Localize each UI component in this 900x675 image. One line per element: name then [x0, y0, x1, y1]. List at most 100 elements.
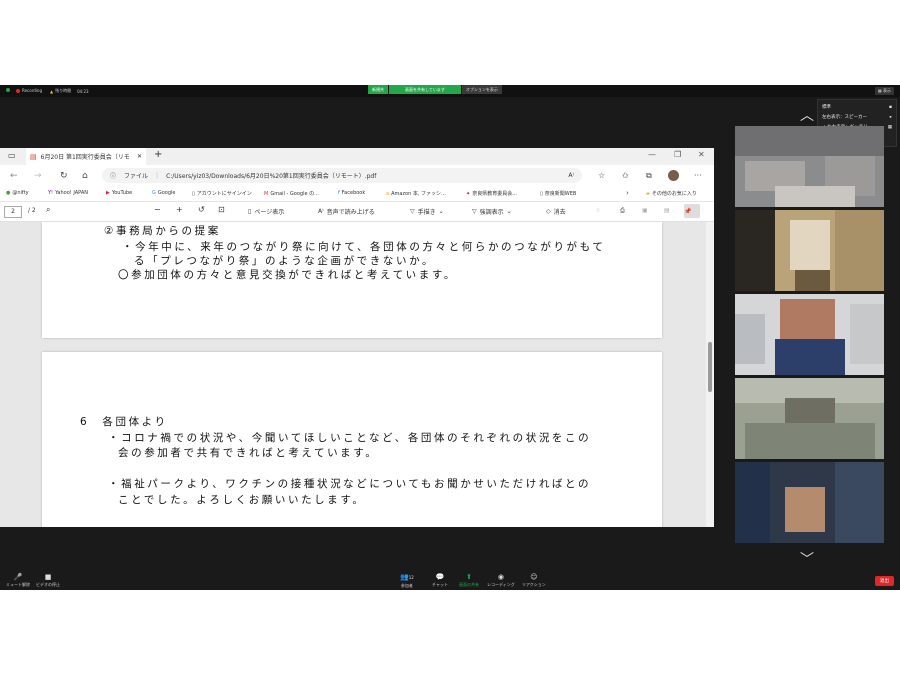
gallery-down-arrow-icon[interactable]: ﹀ — [800, 549, 814, 569]
record-icon: ◉ — [497, 573, 504, 581]
participant-video[interactable] — [735, 126, 884, 207]
tab-bar: ▭ ▤ 6月20日 第1回実行委員会（リモ ✕ + — ❐ ✕ — [0, 148, 714, 165]
print-icon[interactable]: ⎙ — [620, 207, 625, 215]
rotate-icon[interactable]: ↺ — [198, 205, 205, 214]
gmail-icon: M — [264, 190, 269, 197]
other-favorites[interactable]: ▰ その他のお気に入り — [646, 190, 697, 198]
info-icon: ⓘ — [110, 173, 117, 180]
participants-label: 参加者 — [400, 583, 413, 588]
close-window-icon[interactable]: ✕ — [698, 150, 705, 159]
bookmark-item[interactable]: G Google — [152, 190, 176, 196]
facebook-icon: f — [338, 190, 340, 196]
chat-button[interactable]: 💬 チャット — [432, 573, 448, 588]
bookmark-item[interactable]: ● @nifty — [6, 190, 29, 196]
browser-window: ▭ ▤ 6月20日 第1回実行委員会（リモ ✕ + — ❐ ✕ ← → ↻ ⌂ … — [0, 148, 714, 527]
zoom-out-icon[interactable]: − — [154, 205, 161, 214]
participant-video[interactable] — [735, 294, 884, 375]
gallery-up-arrow-icon[interactable]: ︿ — [800, 105, 814, 125]
bookmark-item[interactable]: Y! Yahoo! JAPAN — [48, 190, 88, 196]
share-label: 画面の共有 — [459, 582, 479, 587]
video-block — [785, 487, 825, 532]
bookmark-item[interactable]: M Gmail - Google の... — [264, 190, 319, 198]
bookmark-label: Google — [157, 190, 176, 196]
forward-icon[interactable]: → — [34, 171, 42, 181]
participants-count: 12 — [408, 575, 414, 580]
bookmark-item[interactable]: ▶ YouTube — [106, 190, 132, 196]
highlight-button[interactable]: ▽ 強調表示 ⌄ — [472, 207, 512, 216]
favorite-icon[interactable]: ☆ — [598, 171, 605, 180]
pdf-toolbar: 2 / 2 ⌕ − + ↺ ⊡ ▯ ページ表示 A⁾ 音声で読み上げる ▽ 手描き ⌄ … — [0, 202, 714, 222]
save-as-icon[interactable]: ▤ — [664, 207, 670, 214]
share-options-button[interactable]: オプションを表示 — [461, 85, 502, 94]
bookmark-label: Amazon 本, ファッシ... — [391, 191, 446, 197]
close-tab-icon[interactable]: ✕ — [137, 153, 142, 160]
participants-button[interactable]: 👥12 参加者 — [400, 573, 414, 589]
view-menu-item-standard[interactable]: 標準 ▪ — [822, 103, 892, 113]
reactions-button[interactable]: ☺ リアクション — [522, 573, 546, 588]
url-text: C:/Users/yiz03/Downloads/6月20日%20第1回実行委員… — [166, 173, 377, 180]
tab-pdf[interactable]: ▤ 6月20日 第1回実行委員会（リモ ✕ — [26, 148, 146, 165]
page-number-input[interactable]: 2 — [4, 206, 22, 218]
share-screen-button[interactable]: ⬆ 画面の共有 — [459, 573, 479, 588]
maximize-icon[interactable]: ❐ — [674, 150, 681, 159]
view-button[interactable]: ▦ 表示 — [874, 87, 894, 95]
speaker-icon: ▸ — [889, 115, 892, 120]
recording-indicator[interactable]: Recording — [16, 88, 42, 93]
security-indicator[interactable] — [6, 88, 10, 92]
video-button[interactable]: ■ ビデオの停止 — [36, 573, 60, 588]
refresh-icon[interactable]: ↻ — [60, 171, 68, 181]
url-field[interactable]: ⓘ ファイル | C:/Users/yiz03/Downloads/6月20日%… — [102, 168, 582, 183]
search-icon[interactable]: ⌕ — [46, 205, 50, 215]
read-aloud-button[interactable]: A⁾ 音声で読み上げる — [318, 207, 375, 216]
share-new-button[interactable]: 新規共 — [368, 85, 388, 94]
bookmark-item[interactable]: ✦ 奈良県教育委員会... — [466, 190, 517, 198]
participant-video[interactable] — [735, 378, 884, 459]
bookmark-item[interactable]: ▯ 奈良新聞WEB — [540, 190, 577, 198]
draw-button[interactable]: ▽ 手描き ⌄ — [410, 207, 444, 216]
minimize-icon[interactable]: — — [648, 150, 656, 159]
more-icon[interactable]: ··· — [694, 171, 702, 180]
chevron-right-icon[interactable]: › — [626, 189, 629, 197]
page-total: / 2 — [28, 207, 36, 214]
bookmark-label: @nifty — [12, 190, 29, 196]
doc-line: ことでした。よろしくお願いいたします。 — [118, 494, 366, 506]
record-button[interactable]: ◉ レコーディング — [487, 573, 515, 588]
participant-video[interactable] — [735, 210, 884, 291]
erase-button[interactable]: ◇ 消去 — [546, 207, 566, 216]
video-block — [735, 314, 765, 364]
doc-line: ②事務局からの提案 — [104, 225, 221, 237]
new-tab-icon[interactable]: + — [154, 149, 162, 160]
page-view-button[interactable]: ▯ ページ表示 — [248, 207, 284, 216]
remaining-time: ▲ 残り時間 04:23 — [50, 88, 89, 94]
bookmark-label: その他のお気に入り — [651, 191, 697, 197]
warning-icon: ▲ — [50, 88, 54, 94]
mute-button[interactable]: 🎤 ミュート解除 — [6, 573, 30, 588]
fit-page-icon[interactable]: ⊡ — [218, 205, 225, 214]
touch-icon[interactable]: ☝ — [596, 207, 600, 214]
profile-avatar[interactable] — [668, 170, 679, 181]
pdf-viewer: ②事務局からの提案 ・今年中に、来年のつながり祭に向けて、各団体の方々と何らかの… — [0, 222, 714, 527]
zoom-in-icon[interactable]: + — [176, 205, 183, 214]
read-aloud-icon[interactable]: A⁾ — [568, 172, 574, 179]
bookmark-label: アカウントにサインイン — [196, 191, 252, 197]
participants-icon: 👥12 — [400, 573, 414, 581]
bookmark-item[interactable]: a Amazon 本, ファッシ... — [386, 190, 446, 198]
bookmark-item[interactable]: ▯ アカウントにサインイン — [192, 190, 252, 198]
scrollbar-thumb[interactable] — [708, 342, 712, 392]
pin-icon[interactable]: 📌 — [684, 204, 700, 218]
leave-button[interactable]: 退出 — [875, 576, 894, 586]
participant-video[interactable] — [735, 462, 884, 543]
view-menu-item-speaker[interactable]: 左右表示：スピーカー ▸ — [822, 113, 892, 123]
back-icon[interactable]: ← — [10, 171, 18, 181]
tab-title: 6月20日 第1回実行委員会（リモ — [40, 154, 130, 161]
favorites-icon[interactable]: ✩ — [622, 171, 629, 180]
collections-icon[interactable]: ⧉ — [646, 171, 652, 181]
bookmark-item[interactable]: f Facebook — [338, 190, 365, 196]
save-icon[interactable]: ▣ — [642, 207, 648, 214]
bookmark-label: 奈良新聞WEB — [544, 191, 577, 197]
home-icon[interactable]: ⌂ — [82, 171, 88, 181]
view-button-label: 表示 — [883, 88, 891, 93]
page-icon: ▯ — [192, 190, 195, 197]
eraser-icon: ◇ — [546, 208, 551, 215]
tab-actions-icon[interactable]: ▭ — [8, 151, 16, 160]
